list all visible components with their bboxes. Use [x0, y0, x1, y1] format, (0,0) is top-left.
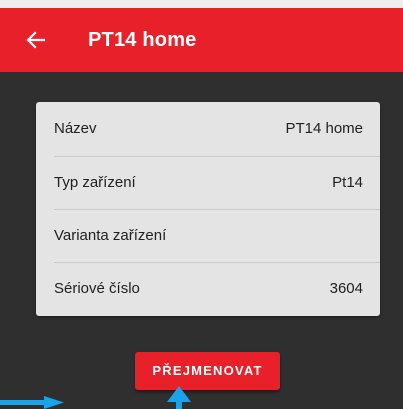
info-value: 3604	[329, 280, 363, 297]
info-value: PT14 home	[285, 120, 363, 137]
info-row-variant: Varianta zařízení	[36, 210, 380, 262]
device-info-card: Název PT14 home Typ zařízení Pt14 Varian…	[36, 102, 380, 316]
info-label: Název	[54, 120, 97, 137]
arrow-left-icon	[26, 31, 46, 49]
info-value: Pt14	[332, 174, 363, 191]
info-row-type: Typ zařízení Pt14	[36, 157, 380, 209]
info-label: Sériové číslo	[54, 280, 140, 297]
app-bar: PT14 home	[0, 8, 403, 72]
rename-button[interactable]: PŘEJMENOVAT	[135, 352, 280, 390]
info-row-name: Název PT14 home	[36, 103, 380, 155]
info-row-serial: Sériové číslo 3604	[36, 263, 380, 315]
status-strip	[0, 0, 403, 8]
back-button[interactable]	[22, 26, 50, 54]
info-label: Varianta zařízení	[54, 227, 167, 244]
arrow-up-icon	[167, 386, 191, 409]
arrow-right-icon	[0, 396, 64, 409]
info-label: Typ zařízení	[54, 174, 136, 191]
page-title: PT14 home	[88, 29, 197, 51]
